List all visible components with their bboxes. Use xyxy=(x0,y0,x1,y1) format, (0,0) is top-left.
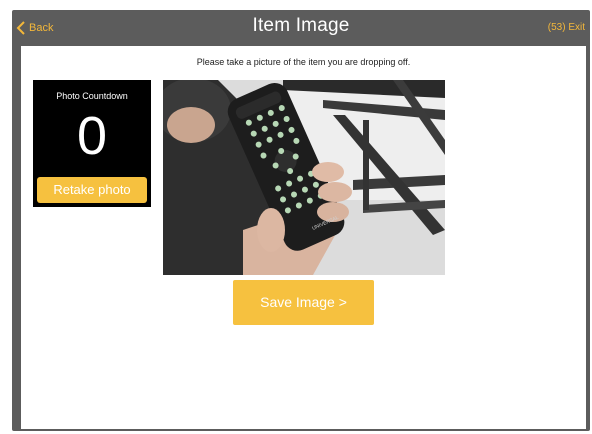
exit-button[interactable]: (53) Exit xyxy=(548,22,585,33)
retake-photo-button[interactable]: Retake photo xyxy=(37,177,147,203)
item-photo: UNIVERSAL xyxy=(163,80,445,275)
header: Back Item Image (53) Exit xyxy=(12,10,590,46)
countdown-value: 0 xyxy=(76,106,108,166)
main-content: Please take a picture of the item you ar… xyxy=(21,46,586,429)
countdown-panel: Photo Countdown 0 Retake photo xyxy=(33,80,151,207)
countdown-label: Photo Countdown xyxy=(56,91,128,101)
app-frame: Back Item Image (53) Exit Please take a … xyxy=(12,10,590,431)
page-title: Item Image xyxy=(252,15,350,36)
instruction-text: Please take a picture of the item you ar… xyxy=(196,57,411,67)
save-image-button[interactable]: Save Image > xyxy=(233,280,374,325)
